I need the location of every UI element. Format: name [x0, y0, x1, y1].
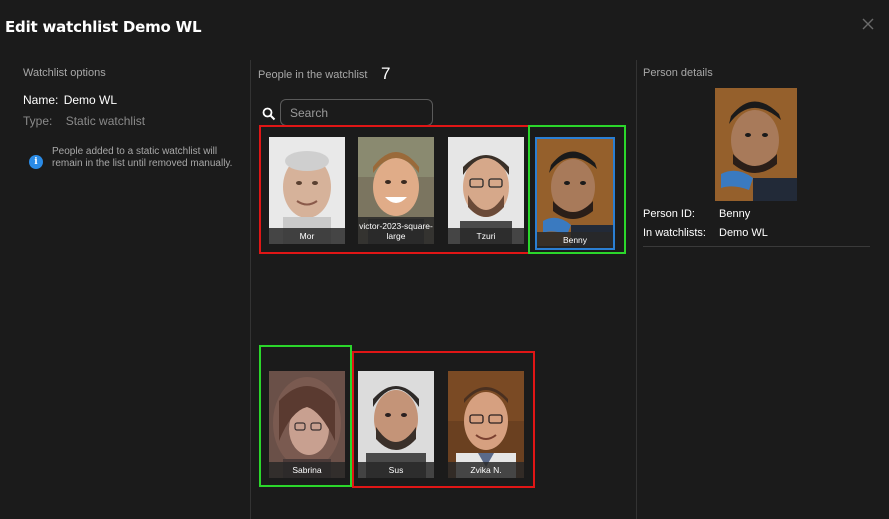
person-name: Benny	[537, 232, 613, 248]
watchlist-type: Type: Static watchlist	[23, 114, 145, 128]
person-name: victor-2023-square-large	[358, 217, 434, 244]
info-icon: i	[29, 155, 43, 169]
person-name: Tzuri	[448, 228, 524, 244]
person-name: Sus	[358, 462, 434, 478]
in-watchlists-value: Demo WL	[719, 227, 768, 239]
watchlist-name: Name: Demo WL	[23, 93, 117, 107]
person-card-zvika[interactable]: Zvika N.	[448, 371, 524, 478]
watchlist-options-heading: Watchlist options	[23, 67, 106, 79]
name-value: Demo WL	[63, 93, 118, 107]
type-label: Type:	[23, 114, 53, 128]
person-name: Mor	[269, 228, 345, 244]
info-text: People added to a static watchlist will …	[52, 146, 233, 169]
person-id-value: Benny	[719, 208, 751, 220]
people-count: 7	[381, 64, 391, 83]
person-card-benny[interactable]: Benny	[535, 137, 615, 250]
panel-divider-right	[636, 60, 637, 519]
person-card-victor[interactable]: victor-2023-square-large	[358, 137, 434, 244]
person-details-heading: Person details	[643, 67, 713, 79]
close-icon[interactable]	[860, 16, 876, 32]
person-card-sus[interactable]: Sus	[358, 371, 434, 478]
person-id-label: Person ID:	[643, 208, 695, 220]
person-name: Zvika N.	[448, 462, 524, 478]
person-photo	[537, 139, 613, 246]
person-card-tzuri[interactable]: Tzuri	[448, 137, 524, 244]
type-value: Static watchlist	[65, 114, 146, 128]
person-card-mor[interactable]: Mor	[269, 137, 345, 244]
search-icon	[262, 107, 276, 121]
people-heading: People in the watchlist	[258, 69, 368, 81]
dialog-title: Edit watchlist Demo WL	[5, 18, 202, 36]
person-name: Sabrina	[269, 462, 345, 478]
person-detail-photo	[715, 88, 797, 201]
person-card-sabrina[interactable]: Sabrina	[269, 371, 345, 478]
name-label: Name:	[23, 93, 59, 107]
search-input[interactable]	[280, 99, 433, 126]
in-watchlists-label: In watchlists:	[643, 227, 706, 239]
details-divider	[643, 246, 870, 247]
panel-divider-left	[250, 60, 251, 519]
